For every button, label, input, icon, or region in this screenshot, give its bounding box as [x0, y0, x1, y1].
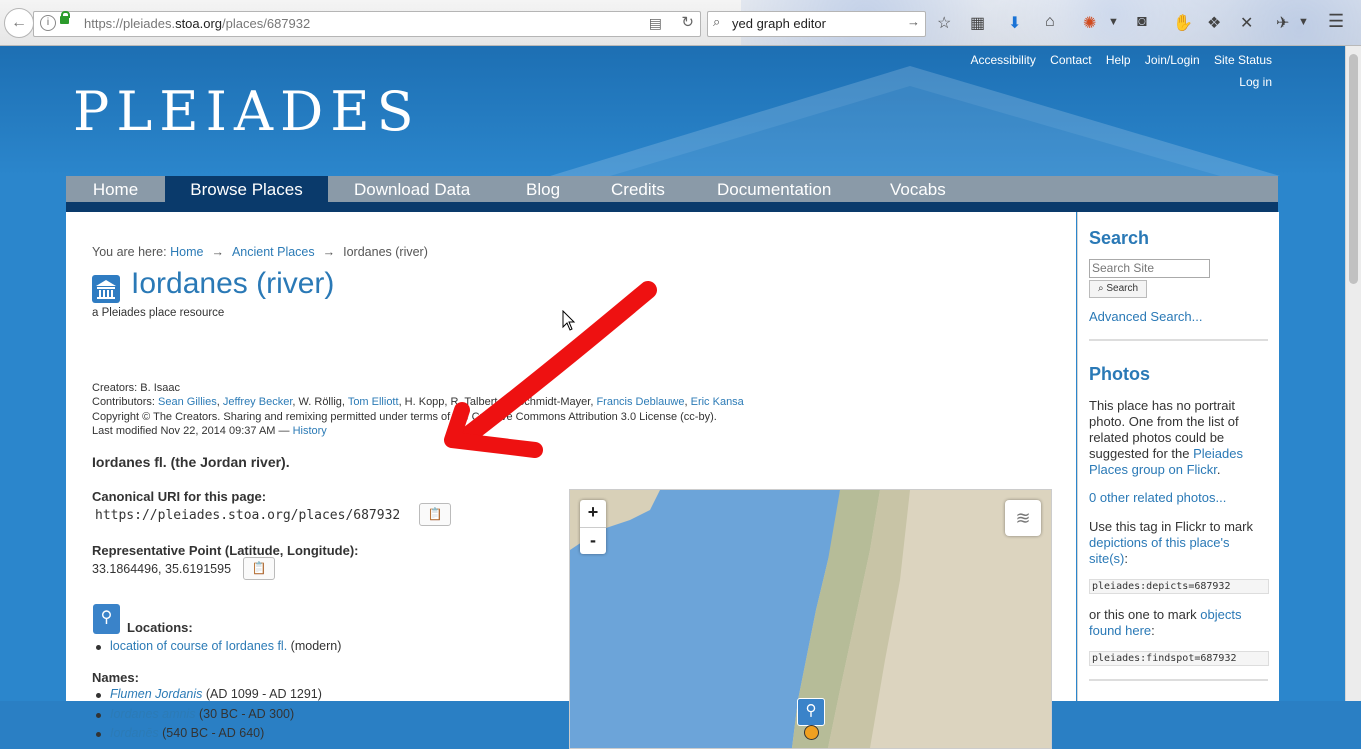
map-point-marker[interactable]: [804, 725, 819, 740]
list-item: Iordanes amnis (30 BC - AD 300): [96, 707, 294, 721]
mouse-cursor-icon: [562, 310, 576, 331]
list-item: Iordanēs (540 BC - AD 640): [96, 726, 264, 740]
annotation-arrow: [444, 281, 657, 458]
name-link[interactable]: Iordanēs: [110, 726, 159, 740]
map-marker-icon[interactable]: ⚲: [797, 698, 825, 726]
name-link[interactable]: Iordanes amnis: [110, 707, 195, 721]
